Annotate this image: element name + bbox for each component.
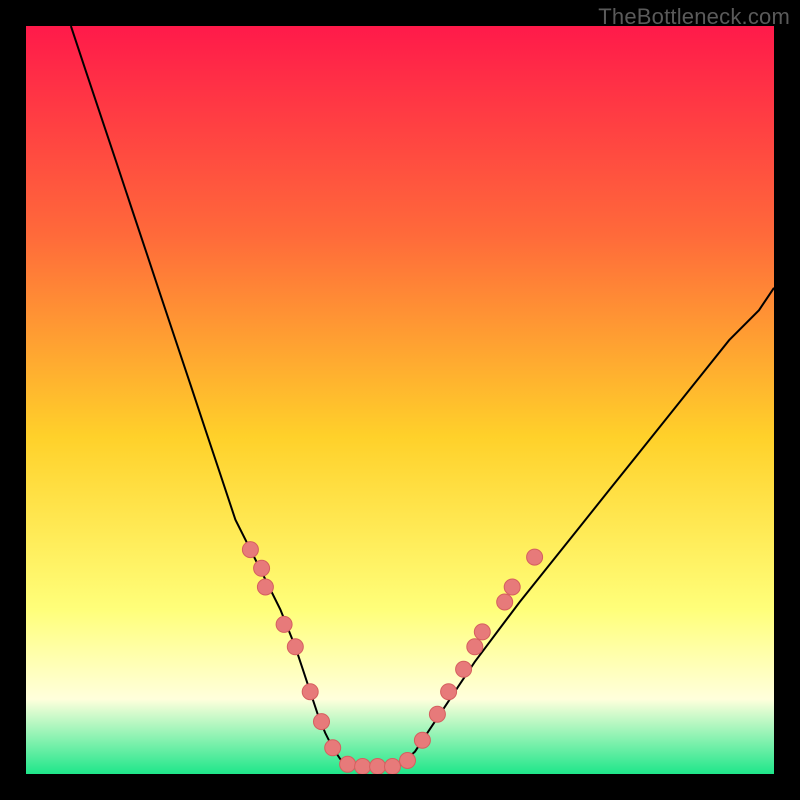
highlight-point: [400, 753, 416, 769]
highlight-point: [276, 616, 292, 632]
highlight-point: [429, 706, 445, 722]
highlight-point: [467, 639, 483, 655]
highlight-point: [474, 624, 490, 640]
bottleneck-chart: [26, 26, 774, 774]
chart-frame: TheBottleneck.com: [0, 0, 800, 800]
highlight-point: [325, 740, 341, 756]
highlight-point: [441, 684, 457, 700]
highlight-point: [254, 560, 270, 576]
highlight-point: [527, 549, 543, 565]
gradient-background: [26, 26, 774, 774]
highlight-point: [302, 684, 318, 700]
highlight-point: [456, 661, 472, 677]
highlight-point: [385, 759, 401, 775]
highlight-point: [287, 639, 303, 655]
highlight-point: [414, 732, 430, 748]
highlight-point: [257, 579, 273, 595]
highlight-point: [242, 542, 258, 558]
highlight-point: [497, 594, 513, 610]
highlight-point: [355, 759, 371, 775]
highlight-point: [314, 714, 330, 730]
highlight-point: [504, 579, 520, 595]
highlight-point: [370, 759, 386, 775]
highlight-point: [340, 756, 356, 772]
